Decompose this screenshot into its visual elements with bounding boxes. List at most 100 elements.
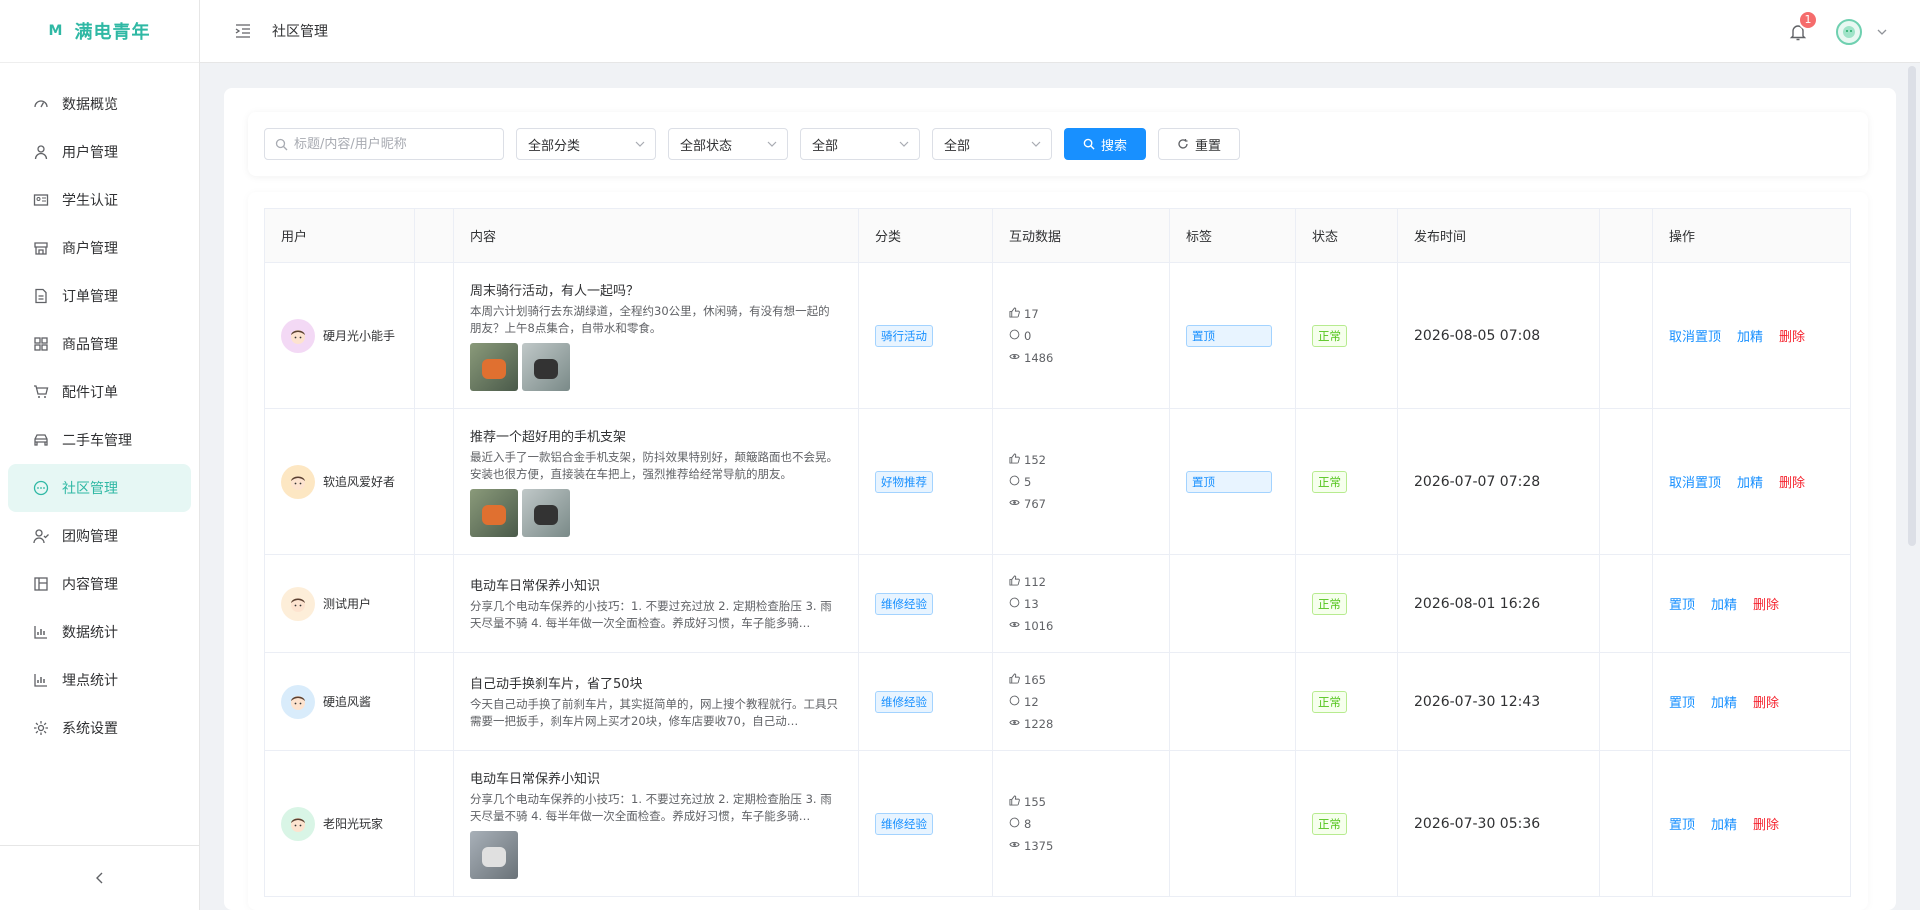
category-cell: 好物推荐 (858, 408, 993, 555)
search-input[interactable] (294, 136, 494, 152)
status-select[interactable]: 全部状态 (668, 128, 788, 160)
delete-button[interactable]: 删除 (1753, 594, 1779, 613)
post-title[interactable]: 推荐一个超好用的手机支架 (470, 426, 858, 445)
user-avatar[interactable] (1836, 18, 1862, 45)
pin-button[interactable]: 置顶 (1669, 692, 1695, 711)
search-box[interactable] (264, 128, 504, 160)
sidebar-item-label: 二手车管理 (62, 433, 132, 449)
sidebar-item-5[interactable]: 商品管理 (8, 320, 191, 368)
unpin-button[interactable]: 取消置顶 (1669, 472, 1721, 491)
table-row: 老阳光玩家 电动车日常保养小知识 分享几个电动车保养的小技巧：1. 不要过充过放 2… (264, 750, 1851, 897)
post-image-thumbnail[interactable] (470, 831, 518, 879)
post-image-thumbnail[interactable] (470, 489, 518, 537)
likes-stat: 155 (1009, 791, 1169, 813)
app-name: 满电青年 (74, 22, 151, 43)
content-cell: 推荐一个超好用的手机支架 最近入手了一款铝合金手机支架，防抖效果特别好，颠簸路面也… (453, 408, 859, 555)
avatar[interactable] (281, 684, 315, 719)
post-title[interactable]: 电动车日常保养小知识 (470, 768, 858, 787)
comments-stat: 5 (1009, 471, 1169, 493)
thumbs-up-icon (1009, 669, 1020, 691)
sidebar-item-2[interactable]: 学生认证 (8, 176, 191, 224)
feature-button[interactable]: 加精 (1711, 692, 1737, 711)
delete-button[interactable]: 删除 (1779, 326, 1805, 345)
dashboard-icon (32, 95, 50, 113)
avatar-face-icon (291, 817, 305, 832)
sidebar-item-7[interactable]: 二手车管理 (8, 416, 191, 464)
comment-icon (1009, 691, 1020, 713)
post-image-thumbnail[interactable] (470, 343, 518, 391)
avatar[interactable] (281, 318, 315, 353)
empty-cell (1599, 750, 1653, 897)
post-image-thumbnail[interactable] (522, 489, 570, 537)
delete-button[interactable]: 删除 (1753, 692, 1779, 711)
eye-icon (1009, 835, 1020, 857)
comment-icon (1009, 593, 1020, 615)
page-scrollbar[interactable] (1908, 66, 1916, 546)
sidebar-item-0[interactable]: 数据概览 (8, 80, 191, 128)
comments-count: 0 (1024, 328, 1032, 343)
sidebar-item-4[interactable]: 订单管理 (8, 272, 191, 320)
time-cell: 2026-08-01 16:26 (1397, 554, 1600, 653)
feature-button[interactable]: 加精 (1737, 472, 1763, 491)
feature-button[interactable]: 加精 (1737, 326, 1763, 345)
empty-cell (414, 652, 454, 751)
sidebar-item-label: 数据概览 (62, 97, 118, 113)
comment-icon (1009, 325, 1020, 347)
status-cell: 正常 (1295, 652, 1398, 751)
time-cell: 2026-07-30 12:43 (1397, 652, 1600, 751)
post-image-thumbnail[interactable] (522, 343, 570, 391)
category-select[interactable]: 全部分类 (516, 128, 656, 160)
avatar[interactable] (281, 464, 315, 499)
delete-button[interactable]: 删除 (1753, 814, 1779, 833)
status-badge: 正常 (1312, 592, 1347, 615)
sidebar-item-label: 商品管理 (62, 337, 118, 353)
actions-cell: 取消置顶 加精 删除 (1652, 262, 1851, 409)
notification-button[interactable]: 1 (1788, 9, 1818, 42)
filter-select-3[interactable]: 全部 (800, 128, 920, 160)
column-header-3: 分类 (858, 208, 993, 263)
pinned-tag: 置顶 (1186, 324, 1272, 347)
sidebar-item-9[interactable]: 团购管理 (8, 512, 191, 560)
sidebar-item-label: 订单管理 (62, 289, 118, 305)
fold-menu-icon[interactable] (234, 22, 252, 40)
delete-button[interactable]: 删除 (1779, 472, 1805, 491)
filter-select-4[interactable]: 全部 (932, 128, 1052, 160)
notification-badge: 1 (1798, 9, 1818, 30)
bar-chart-icon (32, 623, 50, 641)
pin-button[interactable]: 置顶 (1669, 814, 1695, 833)
logo[interactable]: M 满电青年 (0, 0, 199, 63)
unpin-button[interactable]: 取消置顶 (1669, 326, 1721, 345)
sidebar-item-12[interactable]: 埋点统计 (8, 656, 191, 704)
avatar[interactable] (281, 586, 315, 621)
feature-button[interactable]: 加精 (1711, 814, 1737, 833)
sidebar-item-11[interactable]: 数据统计 (8, 608, 191, 656)
user-icon (32, 143, 50, 161)
table-header-row: 用户 内容 分类 互动数据 标签 状态 发布时间 操作 (264, 208, 1851, 263)
sidebar-item-label: 社区管理 (62, 481, 118, 497)
post-title[interactable]: 自己动手换刹车片，省了50块 (470, 673, 858, 692)
avatar[interactable] (281, 806, 315, 841)
sidebar-item-6[interactable]: 配件订单 (8, 368, 191, 416)
column-header-8 (1599, 208, 1653, 263)
chevron-down-icon[interactable] (1876, 26, 1888, 38)
status-cell: 正常 (1295, 262, 1398, 409)
search-button[interactable]: 搜索 (1064, 128, 1146, 160)
sidebar-item-label: 系统设置 (62, 721, 118, 737)
likes-count: 165 (1024, 672, 1046, 687)
top-header: 社区管理 1 (200, 0, 1920, 63)
pin-button[interactable]: 置顶 (1669, 594, 1695, 613)
sidebar-item-13[interactable]: 系统设置 (8, 704, 191, 752)
sidebar-item-1[interactable]: 用户管理 (8, 128, 191, 176)
likes-stat: 112 (1009, 571, 1169, 593)
feature-button[interactable]: 加精 (1711, 594, 1737, 613)
sidebar-item-3[interactable]: 商户管理 (8, 224, 191, 272)
post-title[interactable]: 电动车日常保养小知识 (470, 575, 858, 594)
category-cell: 骑行活动 (858, 262, 993, 409)
post-title[interactable]: 周末骑行活动，有人一起吗？ (470, 280, 858, 299)
column-header-6: 状态 (1295, 208, 1398, 263)
collapse-sidebar-button[interactable] (0, 845, 199, 910)
sidebar-item-10[interactable]: 内容管理 (8, 560, 191, 608)
sidebar-item-8[interactable]: 社区管理 (8, 464, 191, 512)
table-row: 软追风爱好者 推荐一个超好用的手机支架 最近入手了一款铝合金手机支架，防抖效果特别好… (264, 408, 1851, 555)
reset-button[interactable]: 重置 (1158, 128, 1240, 160)
